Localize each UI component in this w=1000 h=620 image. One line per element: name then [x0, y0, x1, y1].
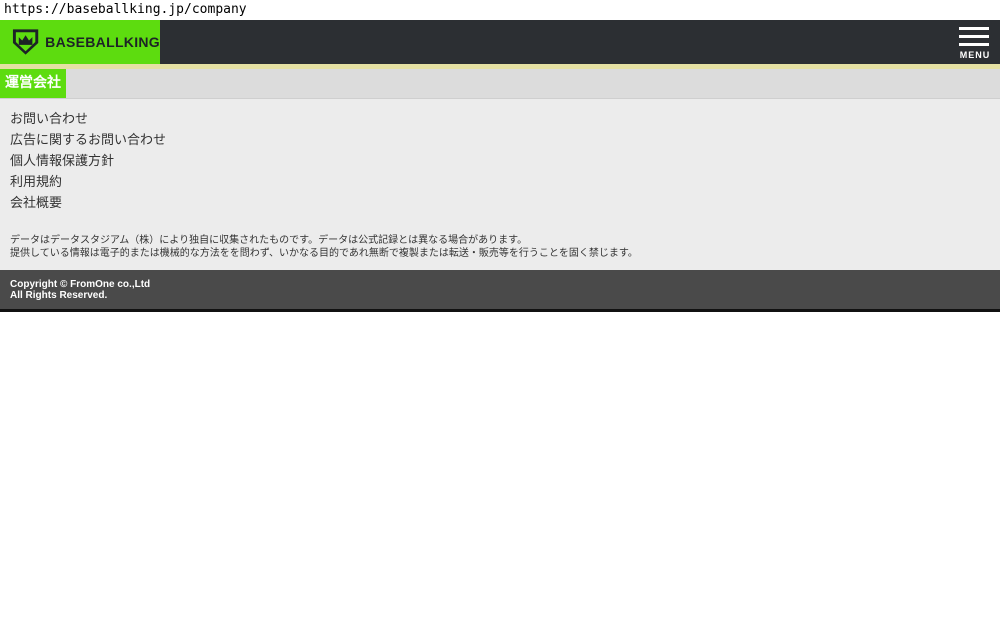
link-ad-contact[interactable]: 広告に関するお問い合わせ [10, 130, 1000, 151]
hamburger-icon-bar [959, 43, 989, 46]
logo-text: BASEBALLKING [45, 34, 160, 50]
section-header: 運営会社 [0, 69, 1000, 99]
site-header: BASEBALLKING MENU [0, 20, 1000, 64]
copyright-text: Copyright © FromOne co.,Ltd [10, 279, 151, 290]
link-terms[interactable]: 利用規約 [10, 172, 1000, 193]
menu-button[interactable]: MENU [959, 25, 991, 63]
link-company-profile[interactable]: 会社概要 [10, 193, 1000, 214]
page-title: 運営会社 [0, 69, 66, 98]
company-content: お問い合わせ 広告に関するお問い合わせ 個人情報保護方針 利用規約 会社概要 デ… [0, 99, 1000, 270]
company-links: お問い合わせ 広告に関するお問い合わせ 個人情報保護方針 利用規約 会社概要 [0, 99, 1000, 214]
crown-shield-icon [12, 29, 39, 55]
link-privacy-policy[interactable]: 個人情報保護方針 [10, 151, 1000, 172]
rights-text: All Rights Reserved. [10, 290, 108, 301]
hamburger-icon [959, 27, 989, 30]
data-disclaimer: データはデータスタジアム（株）により独自に収集されたものです。データは公式記録と… [10, 234, 638, 260]
site-footer: Copyright © FromOne co.,Ltd All Rights R… [0, 270, 1000, 312]
link-contact[interactable]: お問い合わせ [10, 109, 1000, 130]
disclaimer-line: 提供している情報は電子的または機械的な方法をを問わず、いかなる目的であれ無断で複… [10, 248, 638, 259]
disclaimer-line: データはデータスタジアム（株）により独自に収集されたものです。データは公式記録と… [10, 235, 528, 246]
hamburger-icon-bar [959, 35, 989, 38]
address-bar[interactable]: https://baseballking.jp/company [0, 0, 1000, 20]
site-logo[interactable]: BASEBALLKING [0, 20, 160, 64]
menu-label: MENU [959, 50, 991, 60]
